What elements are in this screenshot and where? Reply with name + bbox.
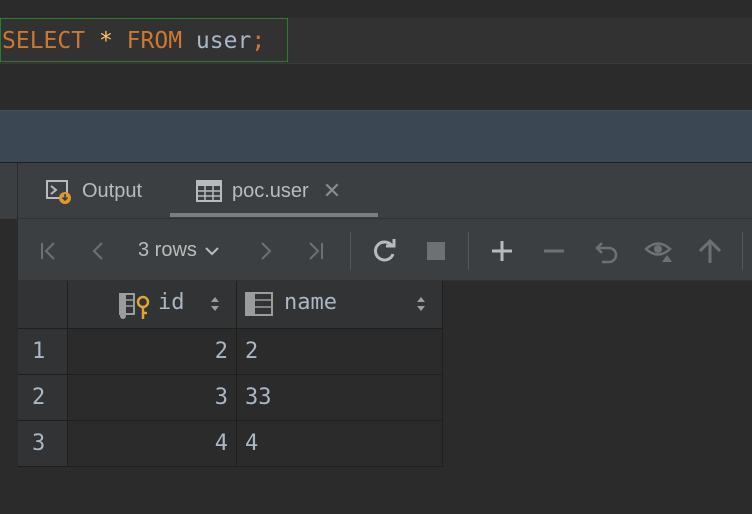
- row-count-label: 3 rows: [138, 239, 197, 261]
- revert-icon[interactable]: [592, 220, 622, 281]
- toolbar-separator: [350, 232, 351, 270]
- add-row-icon[interactable]: [488, 220, 516, 281]
- cell-name[interactable]: 2: [237, 329, 443, 375]
- previous-page-icon[interactable]: [86, 220, 112, 281]
- row-number[interactable]: 3: [18, 421, 68, 467]
- tab-output[interactable]: Output: [46, 163, 142, 219]
- column-header-name-label: name: [284, 290, 337, 315]
- active-tab-indicator: [170, 213, 378, 217]
- results-toolbar: 3 rows: [18, 220, 752, 281]
- next-page-icon[interactable]: [252, 220, 278, 281]
- row-number[interactable]: 2: [18, 375, 68, 421]
- column-header-id-label: id: [158, 290, 185, 315]
- column-icon: [245, 292, 273, 322]
- editor-empty-area: [0, 64, 752, 110]
- sort-icon[interactable]: [210, 295, 220, 317]
- reload-icon[interactable]: [370, 220, 400, 281]
- toolbar-separator: [468, 232, 469, 270]
- first-page-icon[interactable]: [36, 220, 62, 281]
- cell-name[interactable]: 33: [237, 375, 443, 421]
- cell-id[interactable]: 3: [68, 375, 237, 421]
- cell-name[interactable]: 4: [237, 421, 443, 467]
- tab-poc-user[interactable]: poc.user ✕: [196, 163, 341, 219]
- sql-semicolon: ;: [251, 28, 266, 54]
- sql-table-name: user: [195, 28, 252, 54]
- row-number-header: [18, 281, 68, 329]
- primary-key-column-icon: [118, 292, 150, 326]
- sql-keyword-from: FROM: [126, 28, 183, 54]
- close-tab-icon[interactable]: ✕: [323, 178, 341, 204]
- results-tool-window: Output poc.user ✕ 3 rows id name 1 2 2 2…: [18, 163, 752, 514]
- tab-poc-user-label: poc.user: [232, 179, 309, 202]
- stop-icon[interactable]: [422, 220, 450, 281]
- editor-top-area: [0, 0, 752, 18]
- tool-window-header-band: [0, 110, 752, 162]
- sort-icon[interactable]: [416, 295, 426, 317]
- toolbar-separator: [742, 232, 743, 270]
- column-header-id[interactable]: id: [68, 281, 237, 329]
- cell-id[interactable]: 2: [68, 329, 237, 375]
- delete-row-icon[interactable]: [540, 220, 568, 281]
- results-tab-bar: Output poc.user ✕: [18, 163, 752, 219]
- chevron-down-icon: [205, 243, 219, 259]
- table-grid-icon: [196, 178, 222, 204]
- column-header-name[interactable]: name: [237, 281, 443, 329]
- sql-editor-code[interactable]: SELECT * FROM user;: [2, 27, 265, 55]
- sql-keyword-select: SELECT: [2, 28, 86, 54]
- cell-id[interactable]: 4: [68, 421, 237, 467]
- tab-output-label: Output: [82, 179, 143, 202]
- row-count-selector[interactable]: 3 rows: [138, 220, 219, 281]
- console-output-icon: [46, 178, 72, 204]
- submit-icon[interactable]: [696, 220, 724, 281]
- left-gutter-top: [0, 163, 18, 219]
- results-data-grid: id name 1 2 2 2 3 33 3 4 4: [18, 281, 752, 514]
- sql-star: *: [98, 28, 113, 54]
- last-page-icon[interactable]: [302, 220, 328, 281]
- preview-changes-icon[interactable]: [644, 220, 674, 281]
- row-number[interactable]: 1: [18, 329, 68, 375]
